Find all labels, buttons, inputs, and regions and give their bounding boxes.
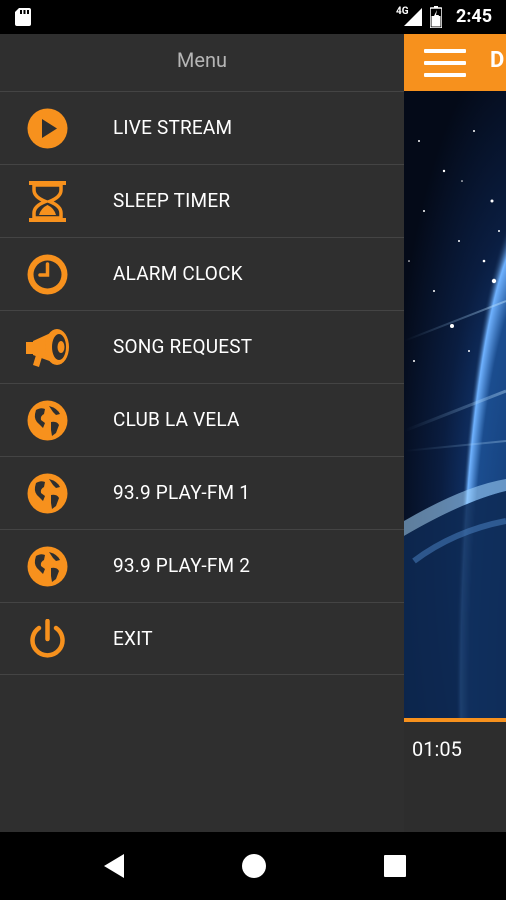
space-earth-image (404, 91, 506, 719)
menu-item-label: LIVE STREAM (113, 116, 233, 139)
menu-item-live-stream[interactable]: LIVE STREAM (0, 91, 404, 164)
home-icon[interactable] (240, 852, 268, 880)
menu-item-label: EXIT (113, 627, 153, 650)
hourglass-icon (29, 181, 66, 222)
drawer-title: Menu (176, 48, 228, 72)
battery-icon (430, 6, 442, 28)
elapsed-time: 01:05 (412, 737, 462, 761)
signal-icon (404, 8, 422, 26)
menu-item-label: SONG REQUEST (113, 335, 253, 358)
clock-time: 2:45 (456, 6, 493, 27)
status-bar: 4G 2:45 (0, 0, 506, 34)
app-toolbar: D (404, 34, 506, 91)
hamburger-menu-icon[interactable] (424, 49, 466, 77)
app-title: D (490, 48, 505, 73)
back-icon[interactable] (100, 852, 128, 880)
menu-item-sleep-timer[interactable]: SLEEP TIMER (0, 164, 404, 237)
menu-item-label: 93.9 PLAY-FM 1 (113, 481, 251, 504)
recents-icon[interactable] (381, 852, 409, 880)
sd-card-icon (15, 8, 31, 26)
playback-progress-bar[interactable] (404, 718, 506, 722)
globe-icon (27, 473, 68, 514)
menu-item-label: SLEEP TIMER (113, 189, 231, 212)
globe-icon (27, 400, 68, 441)
hero-image (404, 91, 506, 719)
menu-item-play-fm-2[interactable]: 93.9 PLAY-FM 2 (0, 529, 404, 602)
globe-icon (27, 546, 68, 587)
menu-item-label: CLUB LA VELA (113, 408, 240, 431)
menu-item-exit[interactable]: EXIT (0, 602, 404, 675)
play-icon (27, 108, 68, 149)
navigation-drawer: Menu LIVE STREAM SLEEP TIMER ALARM CLOCK… (0, 34, 404, 832)
power-icon (30, 619, 65, 658)
menu-item-label: 93.9 PLAY-FM 2 (113, 554, 251, 577)
menu-item-alarm-clock[interactable]: ALARM CLOCK (0, 237, 404, 310)
megaphone-icon (26, 329, 69, 367)
menu-item-club-la-vela[interactable]: CLUB LA VELA (0, 383, 404, 456)
clock-icon (27, 254, 68, 295)
menu-item-song-request[interactable]: SONG REQUEST (0, 310, 404, 383)
drawer-menu: LIVE STREAM SLEEP TIMER ALARM CLOCK SONG… (0, 91, 404, 675)
menu-item-label: ALARM CLOCK (113, 262, 243, 285)
menu-item-play-fm-1[interactable]: 93.9 PLAY-FM 1 (0, 456, 404, 529)
system-nav-bar (0, 832, 506, 900)
